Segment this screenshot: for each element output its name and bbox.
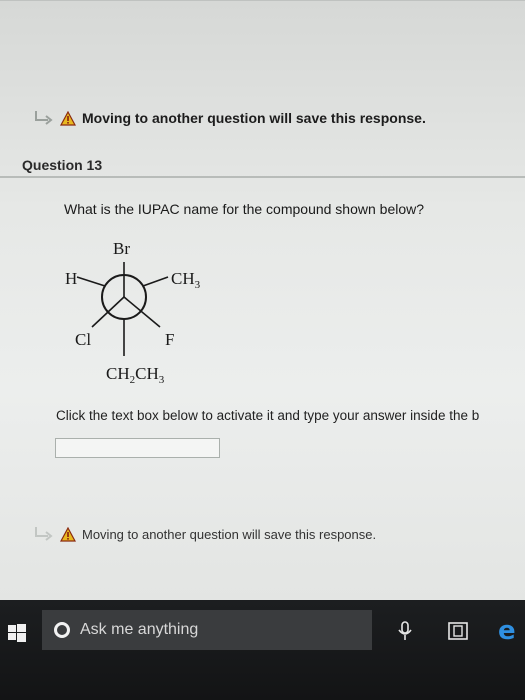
task-view-icon[interactable] — [448, 622, 468, 640]
search-placeholder: Ask me anything — [80, 621, 199, 638]
save-notice-text: Moving to another question will save thi… — [82, 526, 377, 542]
save-notice-text: Moving to another question will save thi… — [82, 110, 426, 126]
question-title: Question 13 — [22, 157, 103, 173]
substituent-ch3: CH3 — [171, 269, 201, 291]
substituent-ethyl: CH2CH3 — [106, 364, 165, 386]
substituent-f: F — [165, 330, 174, 349]
question-prompt: What is the IUPAC name for the compound … — [64, 201, 425, 217]
newman-projection: Br H CH3 Cl F CH2CH3 — [65, 239, 201, 386]
question-divider — [0, 176, 525, 178]
substituent-br: Br — [113, 239, 130, 258]
answer-instruction: Click the text box below to activate it … — [56, 408, 480, 423]
front-bond-right — [123, 296, 161, 328]
cortana-search-box[interactable]: Ask me anything — [42, 610, 372, 650]
return-arrow-icon — [34, 526, 56, 542]
search-circle-icon — [54, 622, 70, 638]
back-bond-right — [142, 276, 169, 287]
windows-start-icon — [8, 624, 26, 642]
warning-icon — [60, 526, 76, 542]
top-divider — [0, 0, 525, 1]
substituent-h: H — [65, 269, 77, 288]
back-bond-left — [76, 276, 106, 287]
warning-icon — [60, 110, 76, 126]
save-notice-bottom: Moving to another question will save thi… — [34, 526, 376, 542]
start-button[interactable] — [0, 618, 34, 648]
save-notice-top: Moving to another question will save thi… — [34, 110, 426, 126]
answer-input[interactable] — [55, 438, 220, 458]
quiz-page: Moving to another question will save thi… — [0, 0, 525, 600]
return-arrow-icon — [34, 110, 56, 126]
edge-browser-icon[interactable]: e — [498, 616, 516, 646]
substituent-cl: Cl — [75, 330, 91, 349]
microphone-icon[interactable] — [398, 621, 412, 641]
front-bond-left — [91, 296, 125, 328]
